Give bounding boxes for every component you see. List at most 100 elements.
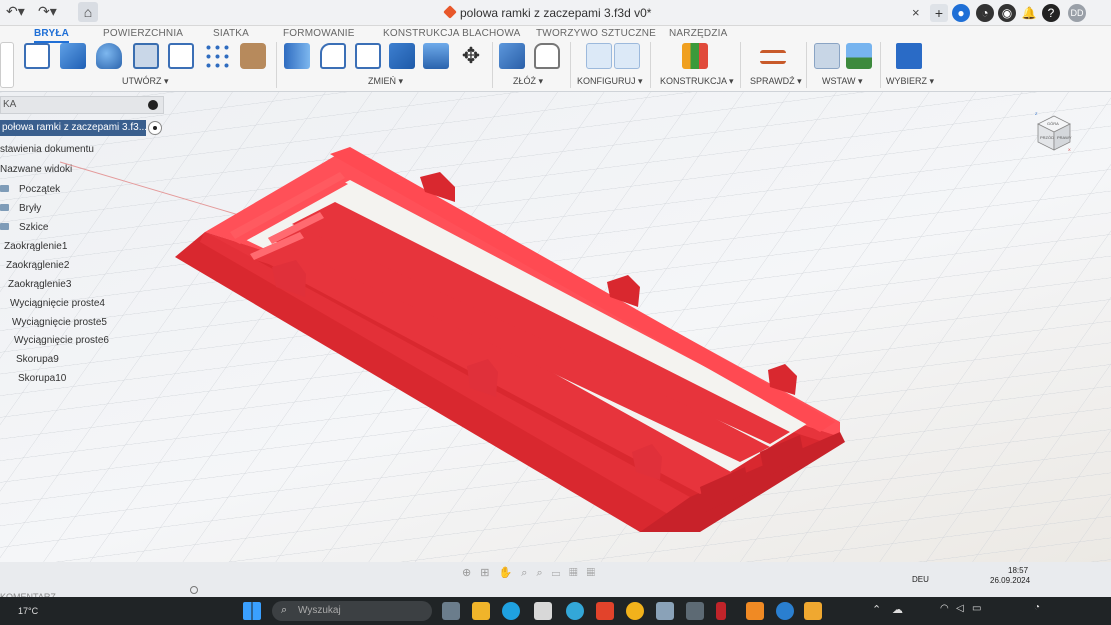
app-icon-2[interactable] bbox=[656, 602, 674, 620]
press-pull-icon[interactable] bbox=[284, 43, 310, 69]
tree-item-shell10[interactable]: Skorupa10 bbox=[18, 373, 66, 384]
tab-powierzchnia[interactable]: POWIERZCHNIA bbox=[103, 28, 183, 39]
toolbar-ribbon: BRYŁA POWIERZCHNIA SIATKA FORMOWANIE KON… bbox=[0, 26, 1111, 92]
speaker-icon[interactable]: ◁ bbox=[956, 603, 964, 614]
design-workspace-button[interactable] bbox=[0, 42, 14, 88]
tree-item-shell9[interactable]: Skorupa9 bbox=[16, 354, 59, 365]
fusion-window: ↶▾ ↷▾ ⌂ polowa ramki z zaczepami 3.f3d v… bbox=[0, 0, 1111, 625]
task-view-icon[interactable] bbox=[442, 602, 460, 620]
home-icon[interactable]: ⌂ bbox=[78, 2, 98, 22]
offset-plane-icon[interactable] bbox=[682, 43, 708, 69]
combine-icon[interactable] bbox=[423, 43, 449, 69]
help-icon[interactable]: ? bbox=[1042, 4, 1060, 22]
group-zloz[interactable]: ZŁÓŻ ▾ bbox=[513, 76, 543, 87]
browser-document-node[interactable]: połowa ramki z zaczepami 3.f3... bbox=[0, 120, 146, 136]
bell-icon[interactable]: 🔔 bbox=[1020, 4, 1038, 22]
edge-icon[interactable] bbox=[502, 602, 520, 620]
app-icon-3[interactable] bbox=[686, 602, 704, 620]
circular-pattern-icon[interactable] bbox=[204, 43, 230, 69]
view-cube-graphic: GÓRA PRZÓD PRAWY Z X bbox=[1035, 111, 1072, 152]
tree-item-extrude6[interactable]: Wyciągnięcie proste6 bbox=[14, 335, 109, 346]
start-icon[interactable] bbox=[243, 602, 261, 620]
tree-item-label: Początek bbox=[19, 184, 61, 195]
tab-tworzywo-sztuczne[interactable]: TWORZYWO SZTUCZNE bbox=[536, 28, 656, 39]
configuration-table-icon[interactable] bbox=[614, 43, 640, 69]
tree-item-origin[interactable]: Początek bbox=[0, 184, 60, 195]
active-document-radio[interactable] bbox=[148, 121, 162, 135]
notification-icon[interactable]: ◔ bbox=[1034, 602, 1040, 613]
chamfer-icon[interactable] bbox=[355, 43, 381, 69]
group-konstrukcja[interactable]: KONSTRUKCJA ▾ bbox=[660, 76, 734, 87]
tree-item-bodies[interactable]: Bryły bbox=[0, 203, 41, 214]
insert-derive-icon[interactable] bbox=[814, 43, 840, 69]
insert-canvas-icon[interactable] bbox=[846, 43, 872, 69]
shell-icon[interactable] bbox=[389, 43, 415, 69]
taskbar-search[interactable]: ⌕ Wyszukaj bbox=[272, 601, 432, 621]
revolve-icon[interactable] bbox=[96, 43, 122, 69]
redo-icon[interactable]: ↷▾ bbox=[38, 3, 57, 20]
tab-narzedzia[interactable]: NARZĘDZIA bbox=[669, 28, 727, 39]
joint-icon[interactable] bbox=[534, 43, 560, 69]
avatar[interactable]: DD bbox=[1068, 4, 1086, 22]
group-sprawdz[interactable]: SPRAWDŹ ▾ bbox=[750, 76, 802, 87]
tree-item-sketches[interactable]: Szkice bbox=[0, 222, 48, 233]
battery-icon[interactable]: ▭ bbox=[972, 603, 981, 614]
close-tab-icon[interactable]: × bbox=[912, 5, 920, 20]
group-wybierz[interactable]: WYBIERZ ▾ bbox=[886, 76, 934, 87]
comments-toggle-icon[interactable] bbox=[190, 586, 198, 594]
tree-item-extrude4[interactable]: Wyciągnięcie proste4 bbox=[10, 298, 105, 309]
job-status-icon[interactable]: ◔ bbox=[976, 4, 994, 22]
tab-konstrukcja-blachowa[interactable]: KONSTRUKCJA BLACHOWA bbox=[383, 28, 521, 39]
onedrive-icon[interactable]: ☁ bbox=[892, 603, 903, 616]
navigation-bar[interactable]: ⊕ ⊞ ✋ ⌕ ⌕ ▭ ▦ ▦ bbox=[462, 566, 598, 580]
view-cube[interactable]: GÓRA PRZÓD PRAWY Z X bbox=[1034, 111, 1074, 152]
clock-time[interactable]: 18:57 bbox=[1008, 566, 1028, 575]
extensions-icon[interactable]: ● bbox=[952, 4, 970, 22]
tree-item-extrude5[interactable]: Wyciągnięcie proste5 bbox=[12, 317, 107, 328]
pattern-icon[interactable] bbox=[168, 43, 194, 69]
mcafee-icon[interactable] bbox=[596, 602, 614, 620]
language-indicator[interactable]: DEU bbox=[912, 575, 929, 584]
chrome-icon[interactable] bbox=[626, 602, 644, 620]
group-wstaw[interactable]: WSTAW ▾ bbox=[822, 76, 863, 87]
undo-icon[interactable]: ↶▾ bbox=[6, 3, 25, 20]
hole-icon[interactable] bbox=[133, 43, 159, 69]
weather-widget[interactable]: 17°C bbox=[18, 606, 38, 616]
create-sketch-icon[interactable] bbox=[24, 43, 50, 69]
tree-item-named-views[interactable]: Nazwane widoki bbox=[0, 164, 72, 175]
measure-icon[interactable] bbox=[760, 50, 786, 64]
tree-item-document-settings[interactable]: stawienia dokumentu bbox=[0, 144, 94, 155]
notifications-center-icon[interactable]: ◉ bbox=[998, 4, 1016, 22]
fillet-icon[interactable] bbox=[320, 43, 346, 69]
browser-header[interactable]: KA bbox=[0, 96, 164, 114]
app-icon[interactable] bbox=[566, 602, 584, 620]
tray-chevron-icon[interactable]: ⌃ bbox=[872, 603, 881, 616]
fusion-icon[interactable] bbox=[746, 602, 764, 620]
separator bbox=[740, 42, 741, 88]
tree-item-fillet1[interactable]: Zaokrąglenie1 bbox=[4, 241, 67, 252]
group-utworz[interactable]: UTWÓRZ ▾ bbox=[122, 76, 169, 87]
tree-item-fillet2[interactable]: Zaokrąglenie2 bbox=[6, 260, 69, 271]
app-icon-4[interactable] bbox=[716, 602, 726, 620]
clock-date[interactable]: 26.09.2024 bbox=[990, 576, 1030, 585]
new-tab-icon[interactable]: + bbox=[930, 4, 948, 22]
collapse-icon[interactable] bbox=[148, 100, 158, 110]
move-icon[interactable]: ✥ bbox=[458, 43, 484, 69]
tab-siatka[interactable]: SIATKA bbox=[213, 28, 249, 39]
group-zmien[interactable]: ZMIEŃ ▾ bbox=[368, 76, 403, 87]
tree-item-fillet3[interactable]: Zaokrąglenie3 bbox=[8, 279, 71, 290]
configure-icon[interactable] bbox=[586, 43, 612, 69]
select-icon[interactable] bbox=[896, 43, 922, 69]
axis-x-label: X bbox=[1068, 147, 1071, 152]
new-component-icon[interactable] bbox=[499, 43, 525, 69]
tab-formowanie[interactable]: FORMOWANIE bbox=[283, 28, 355, 39]
store-icon[interactable] bbox=[534, 602, 552, 620]
wifi-icon[interactable]: ◠ bbox=[940, 603, 949, 614]
insert-image-icon[interactable] bbox=[240, 43, 266, 69]
app-icon-6[interactable] bbox=[804, 602, 822, 620]
group-konfiguruj[interactable]: KONFIGURUJ ▾ bbox=[577, 76, 643, 87]
tab-bryla[interactable]: BRYŁA bbox=[34, 28, 70, 43]
app-icon-5[interactable] bbox=[776, 602, 794, 620]
extrude-icon[interactable] bbox=[60, 43, 86, 69]
file-explorer-icon[interactable] bbox=[472, 602, 490, 620]
